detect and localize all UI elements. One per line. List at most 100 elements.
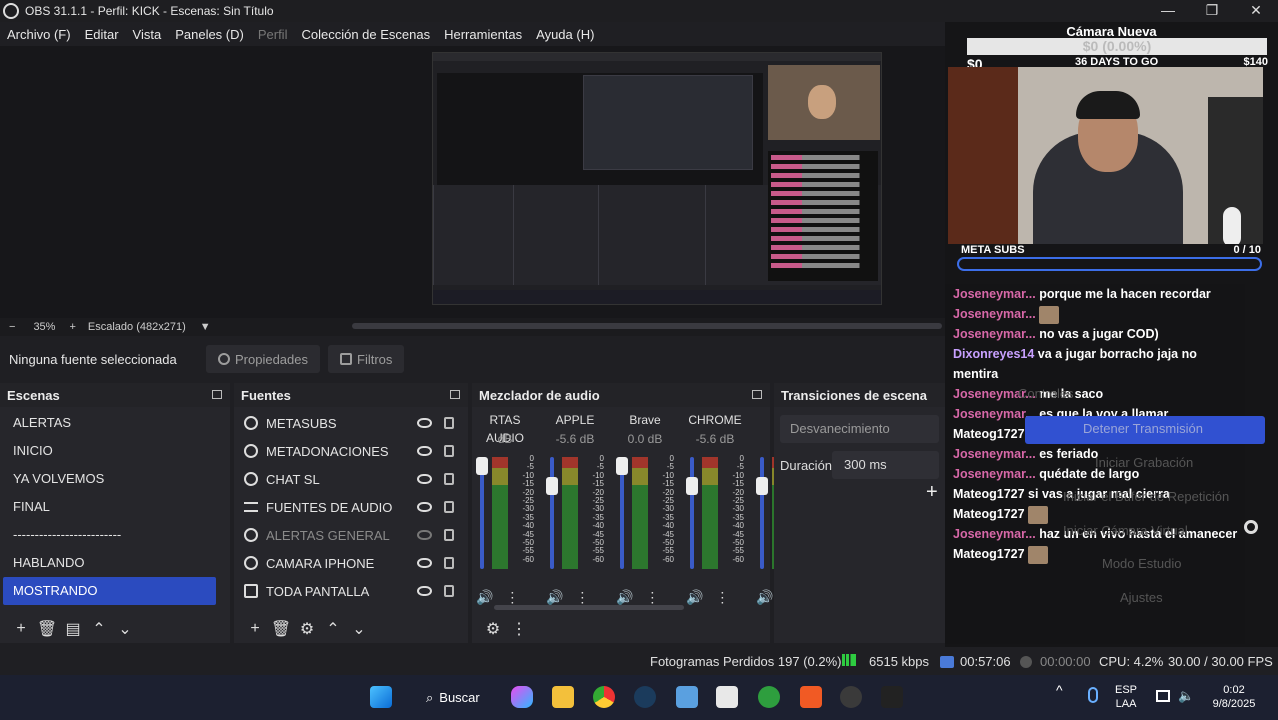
add-transition-button[interactable]: + (926, 481, 938, 504)
volume-slider[interactable] (686, 457, 698, 569)
source-item[interactable]: TODA PANTALLA (234, 577, 468, 605)
source-item[interactable]: METASUBS (234, 409, 468, 437)
scene-item[interactable]: ALERTAS (3, 409, 216, 437)
speaker-icon[interactable]: 🔊 (616, 589, 633, 605)
channel-menu-icon[interactable]: ⋮ (575, 589, 589, 605)
start-recording-button[interactable]: Iniciar Grabación (1095, 455, 1193, 470)
scene-item[interactable]: YA VOLVEMOS (3, 465, 216, 493)
duration-input[interactable]: 300 ms (832, 451, 939, 479)
volume-slider[interactable] (756, 457, 768, 569)
lock-icon[interactable] (444, 473, 454, 485)
menu-file[interactable]: Archivo (F) (0, 27, 78, 42)
menu-scene-collection[interactable]: Colección de Escenas (294, 27, 437, 42)
transition-select[interactable]: Desvanecimiento (780, 415, 939, 443)
volume-knob[interactable] (476, 457, 488, 475)
xbox-icon[interactable] (758, 686, 780, 708)
scaling-dropdown-icon[interactable]: ▼ (200, 321, 211, 333)
studio-mode-button[interactable]: Modo Estudio (1102, 556, 1182, 571)
volume-slider[interactable] (476, 457, 488, 569)
volume-slider[interactable] (616, 457, 628, 569)
menu-help[interactable]: Ayuda (H) (529, 27, 601, 42)
remove-scene-button[interactable]: 🗑 (34, 619, 60, 639)
lock-icon[interactable] (444, 501, 454, 513)
scene-item[interactable]: HABLANDO (3, 549, 216, 577)
volume-knob[interactable] (616, 457, 628, 475)
source-item[interactable]: CHAT SL (234, 465, 468, 493)
microphone-icon[interactable] (1088, 687, 1098, 703)
source-down-button[interactable]: ⌄ (346, 619, 372, 639)
speaker-icon[interactable]: 🔊 (686, 589, 703, 605)
source-item[interactable]: FUENTES DE AUDIO (234, 493, 468, 521)
volume-knob[interactable] (686, 477, 698, 495)
lock-icon[interactable] (444, 557, 454, 569)
source-item[interactable]: CAMARA IPHONE (234, 549, 468, 577)
visibility-eye-icon[interactable] (417, 474, 432, 484)
speaker-icon[interactable]: 🔊 (476, 589, 493, 605)
channel-menu-icon[interactable]: ⋮ (505, 589, 519, 605)
zoom-in-button[interactable]: + (69, 321, 75, 333)
visibility-eye-icon[interactable] (417, 586, 432, 596)
move-down-button[interactable]: ⌄ (112, 619, 138, 639)
add-scene-button[interactable]: + (8, 620, 34, 638)
settings-button[interactable]: Ajustes (1120, 590, 1163, 605)
zoom-out-button[interactable]: − (9, 321, 15, 333)
snipping-tool-icon[interactable] (716, 686, 738, 708)
obs-taskbar-icon[interactable] (840, 686, 862, 708)
chrome-icon[interactable] (593, 686, 615, 708)
source-properties-button[interactable]: ⚙ (294, 619, 320, 639)
undock-icon[interactable] (450, 390, 460, 399)
volume-knob[interactable] (546, 477, 558, 495)
source-item[interactable]: ALERTAS GENERAL (234, 521, 468, 549)
remove-source-button[interactable]: 🗑 (268, 619, 294, 639)
scene-filters-button[interactable]: ▤ (60, 619, 86, 639)
menu-docks[interactable]: Paneles (D) (168, 27, 251, 42)
virtual-camera-button[interactable]: Iniciar Cámara Virtual (1063, 523, 1188, 538)
app-taskbar-icon[interactable] (881, 686, 903, 708)
menu-edit[interactable]: Editar (78, 27, 126, 42)
add-source-button[interactable]: + (242, 620, 268, 638)
visibility-eye-icon[interactable] (417, 446, 432, 456)
move-up-button[interactable]: ⌃ (86, 619, 112, 639)
maximize-button[interactable]: ❐ (1190, 0, 1234, 22)
windows-start-icon[interactable] (370, 686, 392, 708)
stop-stream-button[interactable]: Detener Transmisión (1083, 421, 1203, 436)
virtual-camera-settings-icon[interactable] (1244, 520, 1258, 534)
lock-icon[interactable] (444, 529, 454, 541)
replay-buffer-button[interactable]: Iniciar el Búfer de Repetición (1063, 489, 1229, 504)
copilot-icon[interactable] (511, 686, 533, 708)
lock-icon[interactable] (444, 417, 454, 429)
close-button[interactable]: ✕ (1234, 0, 1278, 22)
lock-icon[interactable] (444, 445, 454, 457)
scene-item[interactable]: MOSTRANDO (3, 577, 216, 605)
preview-scrollbar[interactable] (352, 323, 942, 329)
brave-icon[interactable] (800, 686, 822, 708)
volume-knob[interactable] (756, 477, 768, 495)
volume-icon[interactable]: 🔈 (1178, 689, 1194, 703)
properties-button[interactable]: Propiedades (206, 345, 320, 373)
visibility-eye-icon[interactable] (417, 418, 432, 428)
menu-tools[interactable]: Herramientas (437, 27, 529, 42)
network-icon[interactable] (1156, 690, 1170, 702)
minimize-button[interactable]: — (1146, 0, 1190, 22)
visibility-eye-icon[interactable] (417, 530, 432, 540)
source-item[interactable]: METADONACIONES (234, 437, 468, 465)
visibility-eye-icon[interactable] (417, 558, 432, 568)
mixer-settings-icon[interactable]: ⚙ (480, 619, 506, 639)
calculator-icon[interactable] (676, 686, 698, 708)
menu-profile[interactable]: Perfil (251, 27, 295, 42)
scene-item[interactable]: FINAL (3, 493, 216, 521)
language-indicator[interactable]: ESP LAA (1115, 683, 1137, 711)
speaker-icon[interactable]: 🔊 (756, 589, 773, 605)
channel-menu-icon[interactable]: ⋮ (715, 589, 729, 605)
file-explorer-icon[interactable] (552, 686, 574, 708)
scene-item[interactable]: INICIO (3, 437, 216, 465)
lock-icon[interactable] (444, 585, 454, 597)
volume-slider[interactable] (546, 457, 558, 569)
undock-icon[interactable] (752, 390, 762, 399)
menu-view[interactable]: Vista (126, 27, 169, 42)
clock[interactable]: 0:02 9/8/2025 (1206, 683, 1262, 711)
filters-button[interactable]: Filtros (328, 345, 405, 373)
undock-icon[interactable] (212, 390, 222, 399)
channel-menu-icon[interactable]: ⋮ (645, 589, 659, 605)
scene-item[interactable]: ------------------------- (3, 521, 216, 549)
